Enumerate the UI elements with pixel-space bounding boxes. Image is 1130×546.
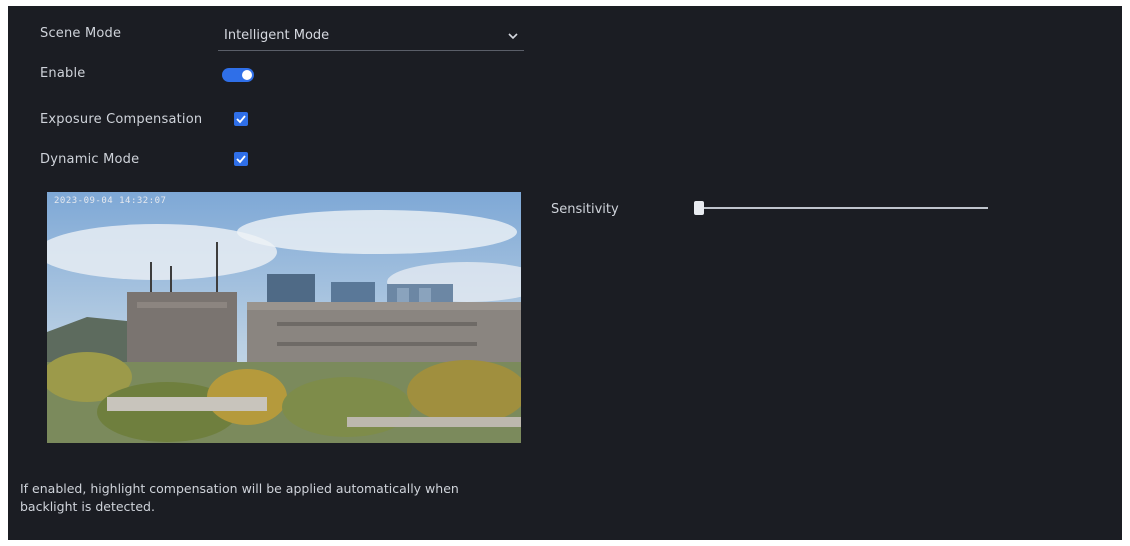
- enable-toggle[interactable]: [222, 68, 254, 82]
- info-note: If enabled, highlight compensation will …: [20, 481, 459, 514]
- sensitivity-label: Sensitivity: [551, 202, 619, 217]
- sensitivity-slider-handle[interactable]: [694, 201, 704, 215]
- compensation-label: Exposure Compensation: [40, 112, 203, 127]
- camera-preview: [47, 192, 521, 443]
- scene-mode-value: Intelligent Mode: [224, 28, 330, 43]
- preview-timestamp: 2023-09-04 14:32:07: [54, 196, 167, 206]
- scene-mode-select[interactable]: Intelligent Mode: [218, 24, 524, 51]
- scene-mode-label: Scene Mode: [40, 26, 122, 41]
- settings-panel: Scene Mode Intelligent Mode Enable Expos…: [8, 6, 1122, 540]
- dynamic-mode-label: Dynamic Mode: [40, 152, 140, 167]
- compensation-checkbox[interactable]: [234, 112, 248, 126]
- sensitivity-slider-track[interactable]: [698, 207, 988, 209]
- checkmark-icon: [236, 115, 246, 124]
- dynamic-mode-checkbox[interactable]: [234, 152, 248, 166]
- chevron-down-icon: [506, 28, 520, 42]
- enable-label: Enable: [40, 66, 86, 81]
- preview-image: [47, 192, 521, 443]
- checkmark-icon: [236, 155, 246, 164]
